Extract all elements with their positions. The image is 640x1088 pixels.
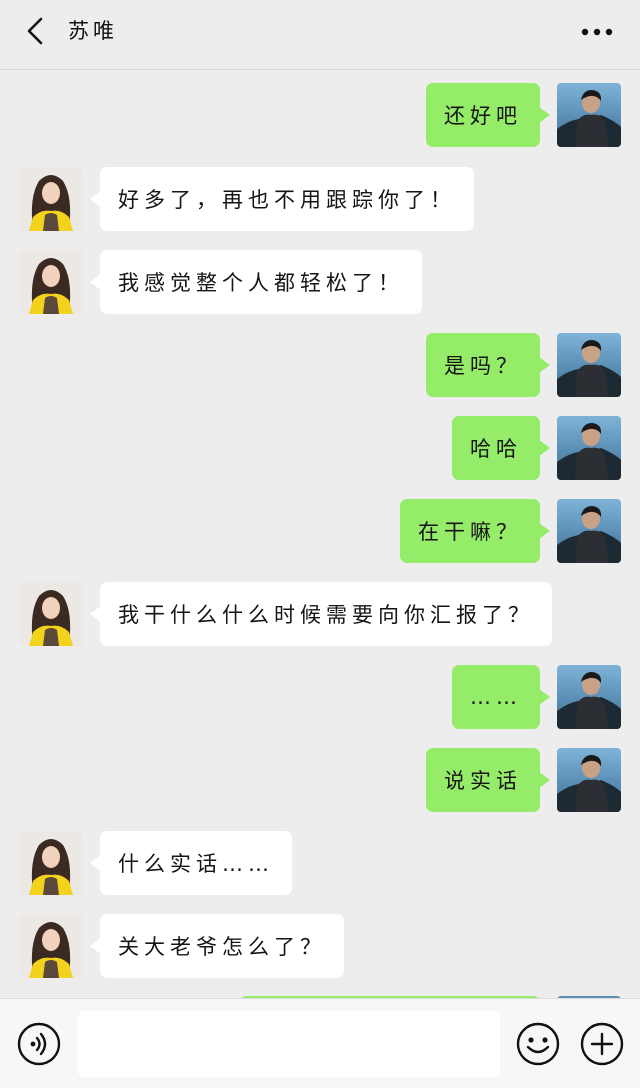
message-list[interactable]: 还好吧 好多了，再也不用跟踪你了！ 我感觉整个人都轻松了！ 是吗？ 哈哈 在干嘛… (0, 70, 640, 998)
avatar-contact[interactable] (19, 167, 83, 231)
message-sent: 说实话 (0, 748, 640, 814)
message-bubble[interactable]: …… (452, 665, 550, 729)
message-sent: 还好吧 (0, 83, 640, 149)
chat-header: 苏唯 (0, 0, 640, 70)
back-button[interactable] (18, 14, 52, 48)
message-bubble[interactable]: 哈哈 (452, 416, 550, 480)
avatar-self[interactable] (557, 416, 621, 480)
message-bubble[interactable]: 是吗？ (426, 333, 550, 397)
voice-icon (17, 1022, 61, 1066)
message-received: 我感觉整个人都轻松了！ (0, 250, 640, 316)
message-bubble[interactable]: 我干什么什么时候需要向你汇报了？ (90, 582, 552, 646)
message-received: 我干什么什么时候需要向你汇报了？ (0, 582, 640, 648)
message-bubble[interactable]: 什么实话…… (90, 831, 292, 895)
message-sent: 哈哈 (0, 416, 640, 482)
avatar-self[interactable] (557, 748, 621, 812)
message-bubble[interactable]: 关大老爷怎么了？ (90, 914, 344, 978)
avatar-self[interactable] (557, 83, 621, 147)
message-input[interactable] (78, 1011, 500, 1077)
avatar-contact[interactable] (19, 831, 83, 895)
emoji-button[interactable] (515, 1021, 561, 1067)
message-bubble[interactable]: 说实话 (426, 748, 550, 812)
message-bubble[interactable]: 我感觉整个人都轻松了！ (90, 250, 422, 314)
voice-button[interactable] (16, 1021, 62, 1067)
chevron-left-icon (27, 17, 43, 45)
message-bubble[interactable]: 还好吧 (426, 83, 550, 147)
more-button[interactable] (580, 18, 614, 46)
emoji-icon (516, 1022, 560, 1066)
message-received: 好多了，再也不用跟踪你了！ (0, 167, 640, 233)
chat-title: 苏唯 (68, 19, 118, 43)
input-bar (0, 998, 640, 1088)
avatar-contact[interactable] (19, 914, 83, 978)
message-sent: …… (0, 665, 640, 731)
avatar-self[interactable] (557, 499, 621, 563)
message-sent: 是吗？ (0, 333, 640, 399)
message-bubble[interactable]: 在干嘛？ (400, 499, 550, 563)
avatar-contact[interactable] (19, 250, 83, 314)
message-sent: 在干嘛？ (0, 499, 640, 565)
plus-icon (580, 1022, 624, 1066)
avatar-self[interactable] (557, 665, 621, 729)
message-received: 什么实话…… (0, 831, 640, 897)
more-dots-icon (581, 28, 613, 36)
avatar-contact[interactable] (19, 582, 83, 646)
plus-button[interactable] (579, 1021, 625, 1067)
avatar-self[interactable] (557, 333, 621, 397)
message-bubble[interactable]: 好多了，再也不用跟踪你了！ (90, 167, 474, 231)
message-received: 关大老爷怎么了？ (0, 914, 640, 980)
